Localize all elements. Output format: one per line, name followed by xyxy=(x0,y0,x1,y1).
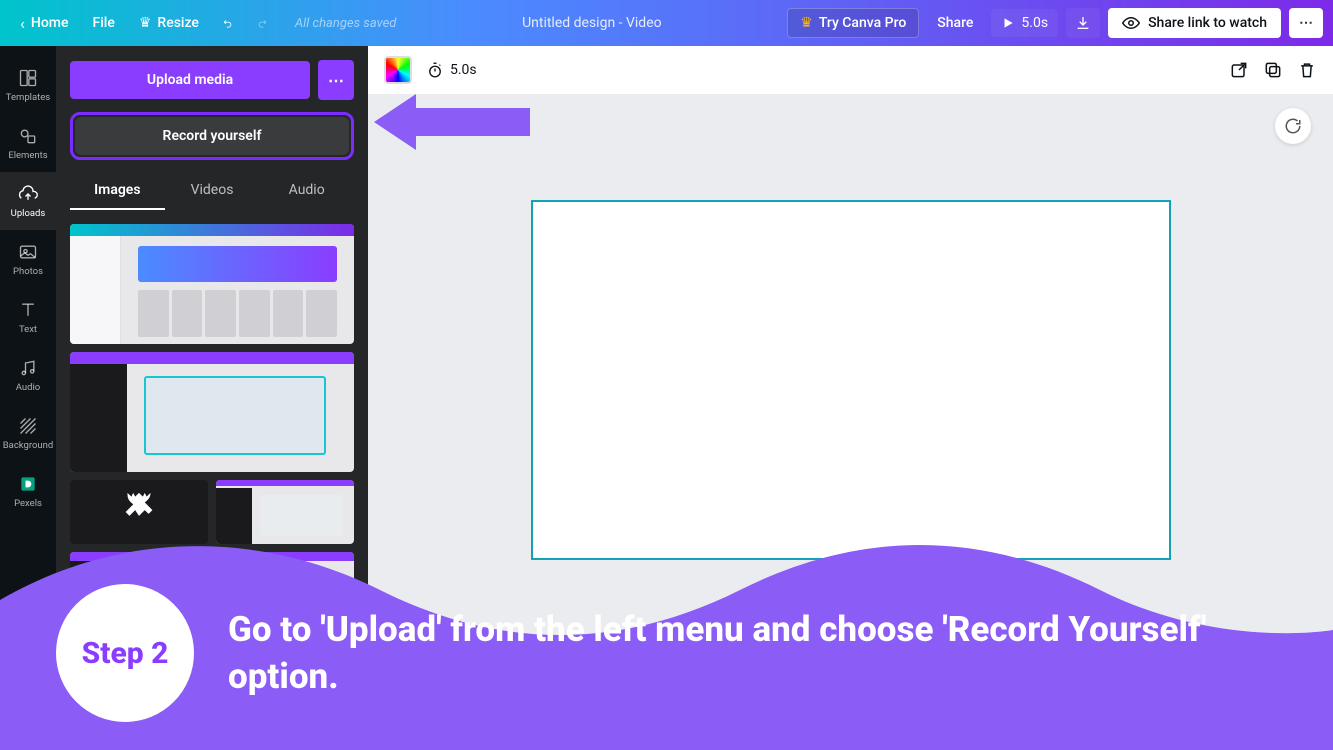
rail-photos[interactable]: Photos xyxy=(0,230,56,288)
timeline-play-button[interactable] xyxy=(390,686,434,730)
background-icon xyxy=(18,416,38,436)
more-menu-button[interactable]: ⋯ xyxy=(1289,8,1323,38)
upload-media-button[interactable]: Upload media xyxy=(70,61,310,99)
stopwatch-icon xyxy=(426,61,444,79)
record-highlight: Record yourself xyxy=(70,112,354,160)
file-menu[interactable]: File xyxy=(82,9,124,37)
elements-icon xyxy=(18,126,38,146)
upload-thumb[interactable] xyxy=(70,352,354,472)
export-page-icon[interactable] xyxy=(1229,60,1249,80)
chevron-left-icon: ‹ xyxy=(20,14,25,33)
upload-thumb[interactable] xyxy=(70,480,208,544)
upload-tabs: Images Videos Audio xyxy=(70,174,354,210)
tab-videos[interactable]: Videos xyxy=(165,174,260,210)
resize-button[interactable]: ♛ Resize xyxy=(129,9,209,37)
delete-page-icon[interactable] xyxy=(1297,60,1317,80)
undo-button[interactable] xyxy=(213,9,243,37)
uploads-grid xyxy=(70,224,354,750)
tutorial-arrow xyxy=(370,92,530,156)
home-label: Home xyxy=(31,15,69,31)
timeline-clip[interactable] xyxy=(452,677,556,739)
background-color-picker[interactable] xyxy=(384,56,412,84)
left-rail: Templates Elements Uploads Photos Text A… xyxy=(0,46,56,750)
more-horizontal-icon: ⋯ xyxy=(1299,15,1313,31)
rail-elements[interactable]: Elements xyxy=(0,114,56,172)
try-pro-button[interactable]: ♛ Try Canva Pro xyxy=(787,8,919,38)
rail-pexels[interactable]: Pexels xyxy=(0,462,56,520)
rail-audio[interactable]: Audio xyxy=(0,346,56,404)
top-bar: ‹ Home File ♛ Resize All changes saved U… xyxy=(0,0,1333,46)
page-duration-button[interactable]: 5.0s xyxy=(426,61,477,79)
pexels-icon xyxy=(18,474,38,494)
crown-icon: ♛ xyxy=(139,15,152,31)
undo-icon xyxy=(223,15,233,31)
redo-icon xyxy=(257,15,267,31)
upload-thumb[interactable] xyxy=(216,480,354,544)
download-icon xyxy=(1075,15,1091,31)
timeline: + xyxy=(368,666,1333,750)
rail-templates[interactable]: Templates xyxy=(0,56,56,114)
video-canvas[interactable] xyxy=(531,200,1171,560)
refresh-icon xyxy=(1284,117,1302,135)
photos-icon xyxy=(18,242,38,262)
uploads-panel: Upload media ⋯ Record yourself Images Vi… xyxy=(56,46,368,750)
play-icon xyxy=(404,700,420,716)
play-icon xyxy=(1001,16,1015,30)
more-horizontal-icon: ⋯ xyxy=(328,71,344,90)
upload-thumb[interactable] xyxy=(70,552,354,644)
templates-icon xyxy=(18,68,38,88)
upload-thumb[interactable] xyxy=(70,224,354,344)
deer-icon xyxy=(116,489,162,535)
redo-button[interactable] xyxy=(247,9,277,37)
share-link-button[interactable]: Share link to watch xyxy=(1108,8,1281,38)
document-title[interactable]: Untitled design - Video xyxy=(522,15,662,31)
tab-audio[interactable]: Audio xyxy=(259,174,354,210)
rail-uploads[interactable]: Uploads xyxy=(0,172,56,230)
upload-more-button[interactable]: ⋯ xyxy=(318,60,354,100)
rail-background[interactable]: Background xyxy=(0,404,56,462)
eye-icon xyxy=(1122,14,1140,32)
text-icon xyxy=(18,300,38,320)
tab-images[interactable]: Images xyxy=(70,174,165,210)
record-yourself-button[interactable]: Record yourself xyxy=(75,117,349,155)
crown-icon: ♛ xyxy=(800,15,813,31)
arrow-left-icon xyxy=(370,92,530,152)
canvas-area[interactable] xyxy=(368,94,1333,666)
plus-icon: + xyxy=(604,696,616,721)
audio-icon xyxy=(18,358,38,378)
share-button[interactable]: Share xyxy=(927,9,983,37)
preview-button[interactable]: 5.0s xyxy=(991,9,1058,37)
download-button[interactable] xyxy=(1066,8,1100,38)
duplicate-page-icon[interactable] xyxy=(1263,60,1283,80)
add-page-button[interactable]: + xyxy=(574,677,646,739)
rail-text[interactable]: Text xyxy=(0,288,56,346)
save-status: All changes saved xyxy=(295,16,396,31)
uploads-icon xyxy=(18,184,38,204)
back-button[interactable]: ‹ Home xyxy=(10,8,78,39)
animate-button[interactable] xyxy=(1275,108,1311,144)
playhead-icon xyxy=(454,669,464,677)
stage-toolbar: 5.0s xyxy=(368,46,1333,94)
